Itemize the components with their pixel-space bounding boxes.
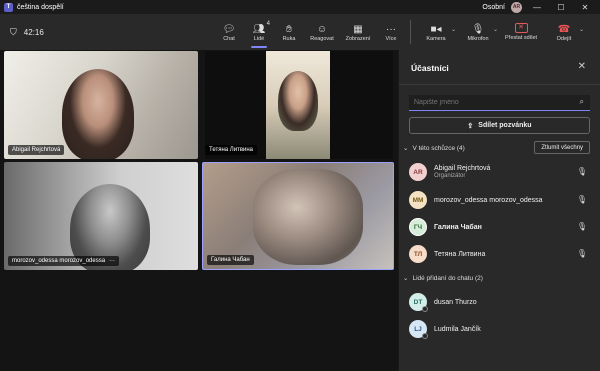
react-button[interactable]: ☺ Reagovat (304, 14, 340, 50)
panel-title: Účastníci (411, 63, 449, 73)
microphone-icon: 🎙︎ (576, 222, 587, 231)
tile-name-label: morozov_odessa morozov_odessa ··· (8, 256, 120, 266)
leave-button[interactable]: ☎︎ Odejít ⌄ (543, 14, 585, 50)
teams-logo-icon: T (4, 2, 13, 12)
tile-name-label: Abigail Rejchrtová (8, 145, 65, 155)
section-chat-people[interactable]: ⌄ Lidé přidaní do chatu (2) (403, 274, 483, 283)
participant-video (253, 169, 363, 265)
maximize-button[interactable]: ☐ (552, 3, 570, 12)
microphone-icon: 🎙︎ (576, 195, 587, 204)
participant-name: morozov_odessa morozov_odessa (434, 196, 543, 204)
microphone-icon: 🎙︎ (471, 23, 485, 35)
search-input[interactable] (414, 99, 564, 106)
participant-name: Тетяна Литвина (434, 250, 486, 258)
stop-share-icon: ✕ (514, 23, 528, 33)
close-icon[interactable]: ✕ (578, 61, 586, 72)
close-window-button[interactable]: ✕ (576, 3, 594, 12)
participant-name: Галина Чабан (434, 223, 482, 231)
participant-name: Abigail Rejchrtová (434, 165, 491, 172)
view-icon: ▦ (353, 23, 363, 35)
profile-avatar[interactable]: AR (511, 1, 522, 13)
meeting-timer: 42:16 (23, 27, 44, 37)
participants-panel: Účastníci ✕ ⌕ ⇪ Sdílet pozvánku ⌄ V této… (398, 50, 600, 371)
title-bar: T čeština dospělí Osobní AR — ☐ ✕ (0, 0, 600, 14)
meeting-toolbar: ⛉ 42:16 💬︎ Chat 👥︎ 4 Lidé ✋︎ Ruka ☺ Reag… (0, 14, 600, 50)
participant-name: Ludmila Jančík (434, 325, 481, 333)
camera-button[interactable]: ■◂ Kamera ⌄ (415, 14, 457, 50)
avatar: ТЛ (409, 245, 427, 263)
avatar: AR (409, 163, 427, 181)
microphone-icon: 🎙︎ (576, 167, 587, 176)
avatar: DT (409, 293, 428, 312)
chevron-down-icon[interactable]: ⌄ (451, 26, 456, 33)
tile-name-label: Галина Чабан (207, 255, 254, 265)
share-icon: ⇪ (467, 122, 474, 130)
share-invite-button[interactable]: ⇪ Sdílet pozvánku (409, 117, 590, 134)
search-field[interactable]: ⌕ (409, 95, 590, 111)
microphone-icon: 🎙︎ (576, 249, 587, 258)
chevron-down-icon: ⌄ (403, 145, 409, 152)
view-button[interactable]: ▦ Zobrazení (340, 14, 376, 50)
chat-button[interactable]: 💬︎ Chat (214, 14, 244, 50)
tile-name-label: Тетяна Литвина (205, 145, 258, 155)
video-tile-tetyana[interactable]: Тетяна Литвина (205, 51, 393, 159)
stop-sharing-button[interactable]: ✕ Přestat sdílet (499, 14, 543, 50)
video-tile-galina[interactable]: Галина Чабан (202, 162, 394, 270)
microphone-button[interactable]: 🎙︎ Mikrofon ⌄ (457, 14, 499, 50)
window-title: čeština dospělí (17, 3, 64, 11)
shield-icon[interactable]: ⛉ (10, 27, 17, 38)
presence-offline-icon (422, 333, 428, 339)
chat-person-row[interactable]: LJ Ludmila Jančík (409, 319, 591, 339)
minimize-button[interactable]: — (528, 3, 546, 12)
participant-row[interactable]: ТЛ Тетяна Литвина 🎙︎ (409, 244, 591, 264)
section-in-meeting[interactable]: ⌄ V této schůzce (4) (403, 144, 465, 153)
participant-video (266, 51, 330, 159)
mute-all-button[interactable]: Ztlumit všechny (534, 141, 590, 154)
chat-icon: 💬︎ (222, 23, 236, 35)
participant-video (62, 69, 134, 159)
chevron-down-icon[interactable]: ⌄ (579, 26, 584, 33)
raise-hand-button[interactable]: ✋︎ Ruka (274, 14, 304, 50)
toolbar-divider (410, 20, 411, 44)
react-icon: ☺ (316, 23, 328, 35)
video-tile-abigail[interactable]: Abigail Rejchrtová (4, 51, 198, 159)
chat-person-row[interactable]: DT dusan Thurzo (409, 292, 591, 312)
participant-row[interactable]: ГЧ Галина Чабан 🎙︎ (409, 217, 591, 237)
divider (399, 84, 600, 85)
raise-hand-icon: ✋︎ (286, 23, 292, 35)
participant-role: Organizátor (434, 173, 466, 179)
camera-icon: ■◂ (430, 23, 442, 35)
tile-more-icon[interactable]: ··· (109, 258, 115, 264)
search-icon[interactable]: ⌕ (580, 97, 584, 107)
chevron-down-icon[interactable]: ⌄ (493, 26, 498, 33)
more-button[interactable]: ··· Více (376, 14, 406, 50)
participant-name: dusan Thurzo (434, 298, 477, 306)
video-tile-morozov[interactable]: morozov_odessa morozov_odessa ··· (4, 162, 198, 270)
profile-label[interactable]: Osobní (482, 4, 505, 11)
avatar: LJ (409, 320, 428, 339)
people-count: 4 (266, 21, 270, 27)
hang-up-icon: ☎︎ (557, 23, 571, 35)
chevron-down-icon: ⌄ (403, 275, 409, 282)
avatar: ГЧ (409, 218, 427, 236)
avatar: MM (409, 191, 427, 209)
more-icon: ··· (386, 23, 396, 35)
presence-offline-icon (422, 306, 428, 312)
people-icon: 👥︎ (252, 23, 266, 35)
people-button[interactable]: 👥︎ 4 Lidé (244, 14, 274, 50)
participant-row[interactable]: AR Abigail Rejchrtová Organizátor 🎙︎ (409, 162, 591, 182)
participant-row[interactable]: MM morozov_odessa morozov_odessa 🎙︎ (409, 190, 591, 210)
